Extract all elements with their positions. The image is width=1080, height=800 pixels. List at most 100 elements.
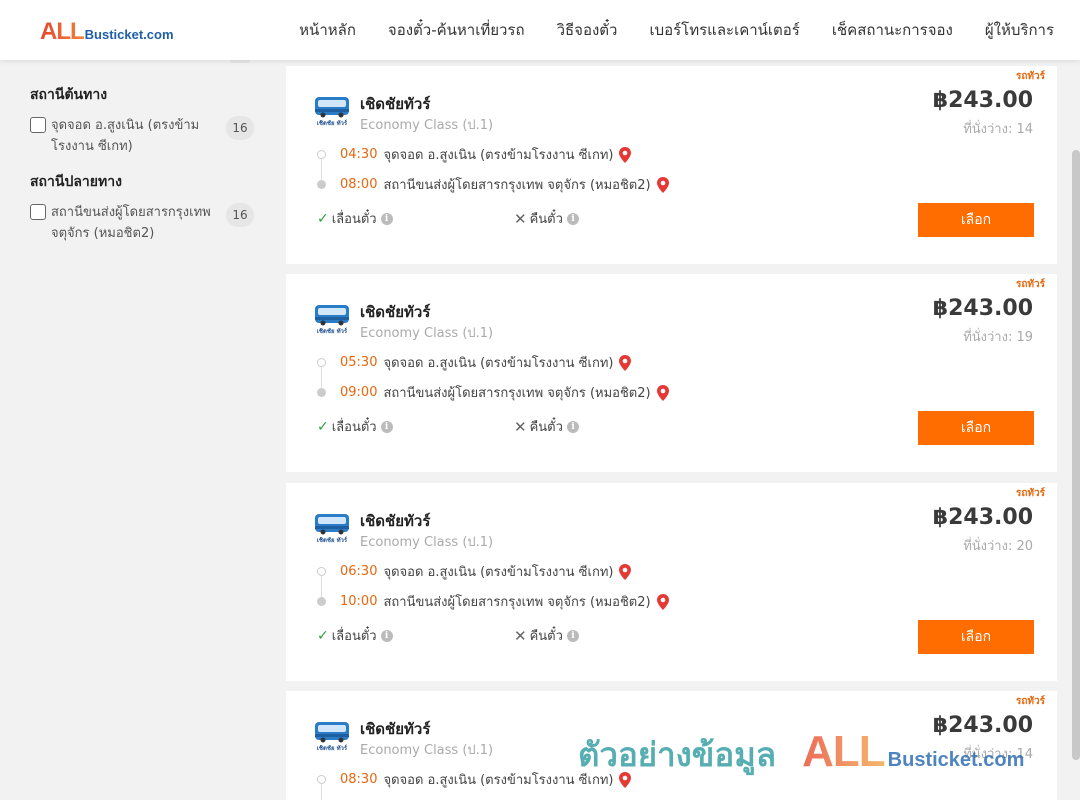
arrive-stop-name: สถานีขนส่งผู้โดยสารกรุงเทพ จตุจักร (หมอช… — [383, 595, 651, 610]
top-header: ALL Busticket.com หน้าหลัก จองตั๋ว-ค้นหา… — [0, 0, 1080, 60]
refund-policy: ✕ คืนตั๋ว i — [514, 416, 579, 437]
arrive-stop-row: 09:00 สถานีขนส่งผู้โดยสารกรุงเทพ จตุจักร… — [340, 382, 670, 403]
destination-option-count: 16 — [226, 203, 254, 227]
bus-class: Economy Class (ป.1) — [360, 326, 494, 341]
bus-type-tag: รถทัวร์ — [1015, 696, 1045, 707]
reschedule-policy: ✓ เลื่อนตั๋ว i — [317, 625, 393, 646]
destination-checkbox[interactable] — [30, 204, 46, 220]
check-icon: ✓ — [317, 210, 329, 227]
page-scrollbar[interactable] — [1072, 60, 1080, 800]
site-logo[interactable]: ALL Busticket.com — [40, 18, 174, 46]
refund-label: คืนตั๋ว — [529, 629, 563, 644]
map-pin-icon[interactable] — [656, 593, 670, 611]
trip-card: รถทัวร์ เชิดชัย ทัวร์ เชิดชัยทัวร์ Econo… — [286, 691, 1057, 800]
refund-label: คืนตั๋ว — [529, 212, 563, 227]
arrive-time: 08:00 — [340, 177, 378, 192]
reschedule-label: เลื่อนตั๋ว — [331, 420, 377, 435]
refund-label: คืนตั๋ว — [529, 420, 563, 435]
logo-all-text: ALL — [40, 18, 85, 45]
bus-class: Economy Class (ป.1) — [360, 118, 494, 133]
svg-text:เชิดชัย ทัวร์: เชิดชัย ทัวร์ — [317, 744, 348, 752]
logo-busticket-text: Busticket.com — [84, 27, 174, 42]
destination-filter: สถานีปลายทาง สถานีขนส่งผู้โดยสารกรุงเทพ … — [30, 171, 260, 244]
seats-available: ที่นั่งว่าง: 14 — [963, 122, 1033, 137]
arrive-stop-name: สถานีขนส่งผู้โดยสารกรุงเทพ จตุจักร (หมอช… — [383, 178, 651, 193]
nav-providers[interactable]: ผู้ให้บริการ — [985, 18, 1054, 42]
x-icon: ✕ — [514, 417, 527, 436]
origin-filter-title: สถานีต้นทาง — [30, 87, 108, 103]
bus-type-tag: รถทัวร์ — [1015, 279, 1045, 290]
arrive-dot — [317, 388, 326, 397]
depart-time: 05:30 — [340, 355, 378, 370]
check-icon: ✓ — [317, 418, 329, 435]
origin-checkbox[interactable] — [30, 117, 46, 133]
bus-logo-icon: เชิดชัย ทัวร์ — [314, 305, 350, 335]
select-trip-button[interactable]: เลือก — [918, 620, 1034, 654]
depart-dot — [317, 150, 326, 159]
nav-how-to-book[interactable]: วิธีจองตั๋ว — [557, 18, 618, 42]
x-icon: ✕ — [514, 626, 527, 645]
scroll-thumb[interactable] — [1072, 150, 1080, 760]
reschedule-label: เลื่อนตั๋ว — [331, 212, 377, 227]
bus-logo-icon: เชิดชัย ทัวร์ — [314, 514, 350, 544]
svg-text:เชิดชัย ทัวร์: เชิดชัย ทัวร์ — [317, 536, 348, 544]
map-pin-icon[interactable] — [618, 146, 632, 164]
arrive-stop-row: 10:00 สถานีขนส่งผู้โดยสารกรุงเทพ จตุจักร… — [340, 591, 670, 612]
info-icon[interactable]: i — [380, 212, 393, 225]
arrive-dot — [317, 597, 326, 606]
svg-text:เชิดชัย ทัวร์: เชิดชัย ทัวร์ — [317, 327, 348, 335]
arrive-stop-name: สถานีขนส่งผู้โดยสารกรุงเทพ จตุจักร (หมอช… — [383, 386, 651, 401]
origin-option-label[interactable]: จุดจอด อ.สูงเนิน (ตรงข้ามโรงงาน ซีเกท) — [51, 115, 211, 157]
nav-home[interactable]: หน้าหลัก — [299, 18, 356, 42]
reschedule-label: เลื่อนตั๋ว — [331, 629, 377, 644]
bus-class: Economy Class (ป.1) — [360, 743, 494, 758]
destination-option[interactable]: สถานีขนส่งผู้โดยสารกรุงเทพ จตุจักร (หมอช… — [30, 202, 260, 244]
nav-book-search[interactable]: จองตั๋ว-ค้นหาเที่ยวรถ — [388, 18, 525, 42]
ticket-price: ฿243.00 — [932, 88, 1033, 113]
depart-stop-row: 04:30 จุดจอด อ.สูงเนิน (ตรงข้ามโรงงาน ซี… — [340, 144, 632, 165]
destination-filter-title: สถานีปลายทาง — [30, 174, 122, 190]
info-icon[interactable]: i — [566, 629, 579, 642]
destination-option-label[interactable]: สถานีขนส่งผู้โดยสารกรุงเทพ จตุจักร (หมอช… — [51, 202, 211, 244]
seats-available: ที่นั่งว่าง: 20 — [963, 539, 1033, 554]
sidebar-divider — [230, 60, 250, 63]
depart-stop-row: 06:30 จุดจอด อ.สูงเนิน (ตรงข้ามโรงงาน ซี… — [340, 561, 632, 582]
main-nav: หน้าหลัก จองตั๋ว-ค้นหาเที่ยวรถ วิธีจองตั… — [299, 0, 1080, 60]
depart-time: 08:30 — [340, 772, 378, 787]
map-pin-icon[interactable] — [618, 771, 632, 789]
operator-name: เชิดชัยทัวร์ — [360, 95, 431, 113]
map-pin-icon[interactable] — [618, 354, 632, 372]
refund-policy: ✕ คืนตั๋ว i — [514, 625, 579, 646]
info-icon[interactable]: i — [380, 629, 393, 642]
nav-phone-counters[interactable]: เบอร์โทรและเคาน์เตอร์ — [649, 18, 799, 42]
bus-type-tag: รถทัวร์ — [1015, 488, 1045, 499]
select-trip-button[interactable]: เลือก — [918, 203, 1034, 237]
trip-card: รถทัวร์ เชิดชัย ทัวร์ เชิดชัยทัวร์ Econo… — [286, 483, 1057, 681]
bus-type-tag: รถทัวร์ — [1015, 71, 1045, 82]
bus-logo-icon: เชิดชัย ทัวร์ — [314, 722, 350, 752]
depart-dot — [317, 358, 326, 367]
depart-stop-name: จุดจอด อ.สูงเนิน (ตรงข้ามโรงงาน ซีเกท) — [383, 773, 614, 788]
map-pin-icon[interactable] — [618, 563, 632, 581]
map-pin-icon[interactable] — [656, 384, 670, 402]
trip-card: รถทัวร์ เชิดชัย ทัวร์ เชิดชัยทัวร์ Econo… — [286, 66, 1057, 264]
depart-time: 06:30 — [340, 564, 378, 579]
depart-stop-name: จุดจอด อ.สูงเนิน (ตรงข้ามโรงงาน ซีเกท) — [383, 356, 614, 371]
select-trip-button[interactable]: เลือก — [918, 411, 1034, 445]
trip-card: รถทัวร์ เชิดชัย ทัวร์ เชิดชัยทัวร์ Econo… — [286, 274, 1057, 472]
nav-check-booking[interactable]: เช็คสถานะการจอง — [832, 18, 953, 42]
operator-name: เชิดชัยทัวร์ — [360, 720, 431, 738]
ticket-price: ฿243.00 — [932, 713, 1033, 738]
reschedule-policy: ✓ เลื่อนตั๋ว i — [317, 208, 393, 229]
info-icon[interactable]: i — [380, 420, 393, 433]
origin-filter: สถานีต้นทาง จุดจอด อ.สูงเนิน (ตรงข้ามโรง… — [30, 84, 260, 157]
info-icon[interactable]: i — [566, 212, 579, 225]
depart-dot — [317, 567, 326, 576]
map-pin-icon[interactable] — [656, 176, 670, 194]
info-icon[interactable]: i — [566, 420, 579, 433]
operator-name: เชิดชัยทัวร์ — [360, 303, 431, 321]
ticket-price: ฿243.00 — [932, 505, 1033, 530]
arrive-time: 09:00 — [340, 385, 378, 400]
origin-option[interactable]: จุดจอด อ.สูงเนิน (ตรงข้ามโรงงาน ซีเกท) 1… — [30, 115, 260, 157]
depart-dot — [317, 775, 326, 784]
